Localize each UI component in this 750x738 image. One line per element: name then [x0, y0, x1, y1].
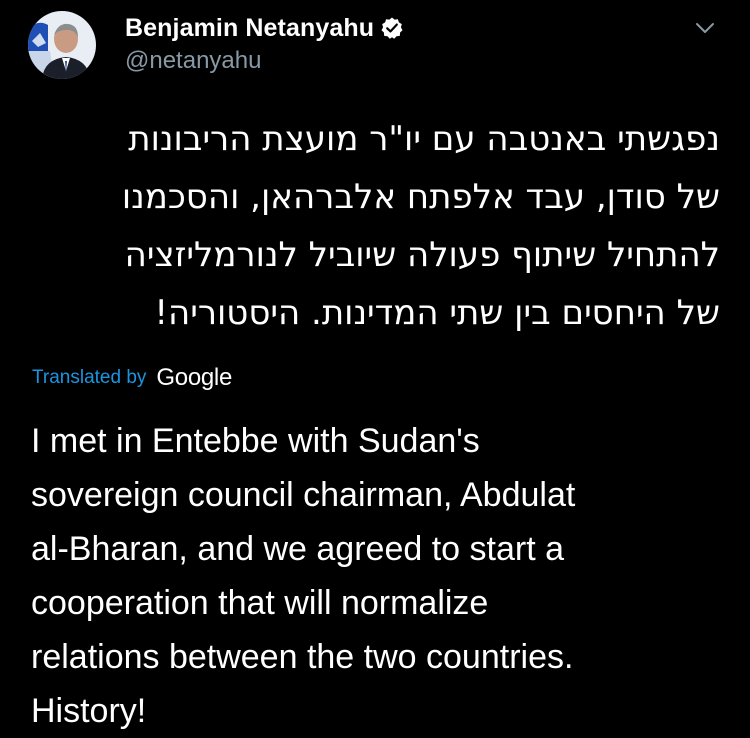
original-line: של סודן, עבד אלפתח אלברהאן, והסכמנו — [121, 177, 720, 217]
translation-line: I met in Entebbe with Sudan's — [31, 422, 480, 460]
tweet-original-text: נפגשתי באנטבה עם יו"ר מועצת הריבונות של … — [40, 110, 720, 342]
original-line: נפגשתי באנטבה עם יו"ר מועצת הריבונות — [128, 119, 720, 159]
translation-line: cooperation that will normalize — [31, 584, 489, 622]
original-line: להתחיל שיתוף פעולה שיוביל לנורמליזציה — [124, 235, 720, 275]
translation-line: relations between the two countries. — [31, 638, 574, 676]
translated-by-label[interactable]: Translated by — [32, 367, 146, 389]
user-handle[interactable]: @netanyahu — [125, 47, 404, 75]
chevron-down-icon[interactable] — [694, 17, 716, 39]
name-row: Benjamin Netanyahu — [125, 12, 404, 44]
translation-line: sovereign council chairman, Abdulat — [31, 476, 576, 514]
google-logo: Google — [156, 364, 233, 391]
tweet-translation-text: I met in Entebbe with Sudan's sovereign … — [31, 414, 731, 738]
translation-line: History! — [31, 692, 147, 730]
display-name[interactable]: Benjamin Netanyahu — [125, 14, 374, 43]
translated-by-row[interactable]: Translated by Google — [32, 363, 232, 393]
original-line: של היחסים בין שתי המדינות. היסטוריה! — [154, 293, 720, 333]
translation-line: al-Bharan, and we agreed to start a — [31, 530, 564, 568]
verified-badge-icon — [380, 16, 404, 40]
tweet-header: Benjamin Netanyahu @netanyahu — [125, 12, 404, 75]
avatar[interactable] — [28, 11, 96, 79]
